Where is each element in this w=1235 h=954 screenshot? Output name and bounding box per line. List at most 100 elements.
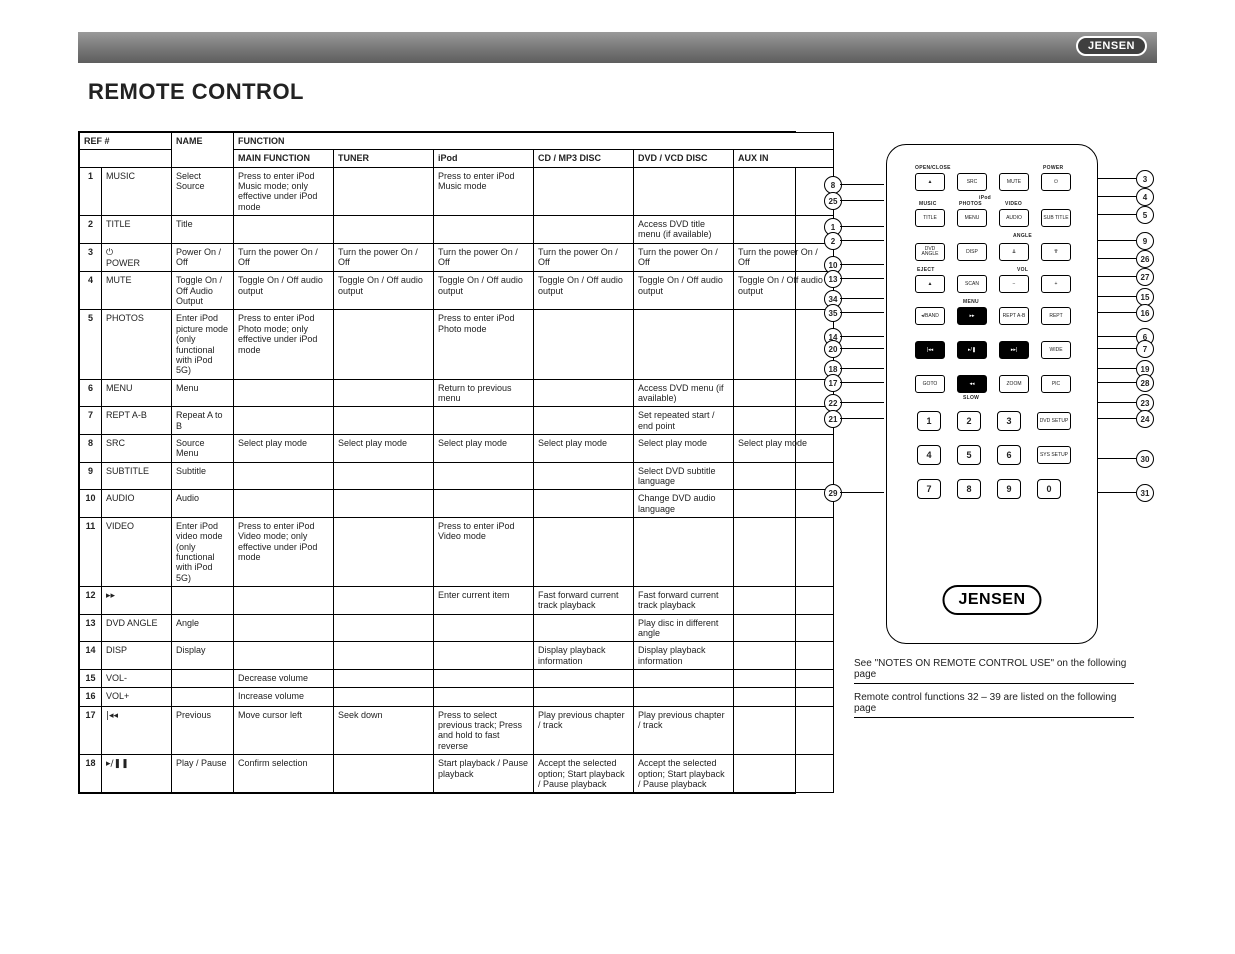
band-button[interactable]: ◂/BAND [915, 307, 945, 325]
label: SLOW [963, 395, 979, 401]
callout: 25 [824, 192, 842, 210]
label: OPEN/CLOSE [915, 165, 951, 171]
vol-up-button[interactable]: + [1041, 275, 1071, 293]
callout: 28 [1136, 374, 1154, 392]
angle-down-button[interactable]: ⇊ [999, 243, 1029, 261]
callout: 35 [824, 304, 842, 322]
callout: 2 [824, 232, 842, 250]
label: VOL [1017, 267, 1028, 273]
table-row: 1MUSICSelect SourcePress to enter iPod M… [80, 167, 834, 215]
th-ref: REF # [80, 133, 172, 150]
callout: 27 [1136, 268, 1154, 286]
remote-diagram: OPEN/CLOSE POWER ▲ SRC MUTE ⏻ iPod MUSIC… [824, 138, 1154, 708]
th-mode: DVD / VCD DISC [634, 150, 734, 167]
pic-button[interactable]: PIC [1041, 375, 1071, 393]
callout: 16 [1136, 304, 1154, 322]
sys-setup-button[interactable]: SYS SETUP [1037, 446, 1071, 464]
remote-note-1: See "NOTES ON REMOTE CONTROL USE" on the… [854, 658, 1134, 684]
th-mode: CD / MP3 DISC [534, 150, 634, 167]
ff-button[interactable]: ▸▸ [957, 307, 987, 325]
callout: 30 [1136, 450, 1154, 468]
num-5-button[interactable]: 5 [957, 445, 981, 465]
next-button[interactable]: ▸▸| [999, 341, 1029, 359]
num-3-button[interactable]: 3 [997, 411, 1021, 431]
menu-button[interactable]: MENU [957, 209, 987, 227]
table-row: 6MENUMenuReturn to previous menuAccess D… [80, 379, 834, 407]
table-row: 16VOL+Increase volume [80, 688, 834, 706]
callout: 20 [824, 340, 842, 358]
callout: 29 [824, 484, 842, 502]
callout: 4 [1136, 188, 1154, 206]
eject-top-button[interactable]: ▲ [915, 173, 945, 191]
table-row: 13DVD ANGLEAnglePlay disc in different a… [80, 614, 834, 642]
label: EJECT [917, 267, 935, 273]
disp-button[interactable]: DISP [957, 243, 987, 261]
vol-down-button[interactable]: − [999, 275, 1029, 293]
dvd-angle-button[interactable]: DVD ANGLE [915, 243, 945, 261]
callout: 7 [1136, 340, 1154, 358]
dvd-setup-button[interactable]: DVD SETUP [1037, 412, 1071, 430]
num-4-button[interactable]: 4 [917, 445, 941, 465]
callout: 26 [1136, 250, 1154, 268]
rept-button[interactable]: REPT [1041, 307, 1071, 325]
num-8-button[interactable]: 8 [957, 479, 981, 499]
num-9-button[interactable]: 9 [997, 479, 1021, 499]
src-button[interactable]: SRC [957, 173, 987, 191]
zoom-button[interactable]: ZOOM [999, 375, 1029, 393]
callout: 31 [1136, 484, 1154, 502]
brand-text: JENSEN [1076, 36, 1147, 56]
header-banner [78, 32, 1157, 63]
num-6-button[interactable]: 6 [997, 445, 1021, 465]
num-0-button[interactable]: 0 [1037, 479, 1061, 499]
table-row: 8SRCSource MenuSelect play modeSelect pl… [80, 434, 834, 462]
th-mode: MAIN FUNCTION [234, 150, 334, 167]
num-2-button[interactable]: 2 [957, 411, 981, 431]
callout: 5 [1136, 206, 1154, 224]
th-function: FUNCTION [234, 133, 834, 150]
play-pause-button[interactable]: ▸/❚ [957, 341, 987, 359]
audio-button[interactable]: AUDIO [999, 209, 1029, 227]
goto-button[interactable]: GOTO [915, 375, 945, 393]
label: PHOTOS [959, 201, 982, 207]
table-row: 7REPT A-BRepeat A to BSet repeated start… [80, 407, 834, 435]
remote-function-table: REF # NAME FUNCTION MAIN FUNCTION TUNER … [78, 131, 796, 794]
callout: 17 [824, 374, 842, 392]
page-title: REMOTE CONTROL [88, 79, 304, 105]
table-row: 4MUTEToggle On / Off Audio OutputToggle … [80, 272, 834, 310]
wide-button[interactable]: WIDE [1041, 341, 1071, 359]
callout: 9 [1136, 232, 1154, 250]
callout: 24 [1136, 410, 1154, 428]
power-button[interactable]: ⏻ [1041, 173, 1071, 191]
label: ANGLE [1013, 233, 1032, 239]
th-mode: iPod [434, 150, 534, 167]
table-row: 9SUBTITLESubtitleSelect DVD subtitle lan… [80, 462, 834, 490]
rew-button[interactable]: ◂◂ [957, 375, 987, 393]
num-1-button[interactable]: 1 [917, 411, 941, 431]
rept-ab-button[interactable]: REPT A-B [999, 307, 1029, 325]
table-row: 11VIDEOEnter iPod video mode (only funct… [80, 517, 834, 586]
table-row: 12▸▸Enter current itemFast forward curre… [80, 587, 834, 615]
subtitle-button[interactable]: SUB TITLE [1041, 209, 1071, 227]
scan-button[interactable]: SCAN [957, 275, 987, 293]
num-7-button[interactable]: 7 [917, 479, 941, 499]
label: MENU [963, 299, 979, 305]
callout: 3 [1136, 170, 1154, 188]
angle-up-button[interactable]: ⇈ [1041, 243, 1071, 261]
label: MUSIC [919, 201, 937, 207]
th-name: NAME [172, 133, 234, 168]
table-row: 18▸/❚❚Play / PauseConfirm selectionStart… [80, 755, 834, 793]
table-row: 17|◂◂PreviousMove cursor leftSeek downPr… [80, 706, 834, 754]
remote-note-2: Remote control functions 32 – 39 are lis… [854, 692, 1134, 718]
remote-body: OPEN/CLOSE POWER ▲ SRC MUTE ⏻ iPod MUSIC… [886, 144, 1098, 644]
table-row: 2TITLETitleAccess DVD title menu (if ava… [80, 216, 834, 244]
label: VIDEO [1005, 201, 1022, 207]
title-button[interactable]: TITLE [915, 209, 945, 227]
eject-button[interactable]: ▲ [915, 275, 945, 293]
prev-button[interactable]: |◂◂ [915, 341, 945, 359]
remote-logo: JENSEN [942, 585, 1041, 615]
table-row: 10AUDIOAudioChange DVD audio language [80, 490, 834, 518]
mute-button[interactable]: MUTE [999, 173, 1029, 191]
brand-badge: JENSEN [1076, 36, 1147, 56]
table-row: 15VOL-Decrease volume [80, 670, 834, 688]
th-mode: TUNER [334, 150, 434, 167]
